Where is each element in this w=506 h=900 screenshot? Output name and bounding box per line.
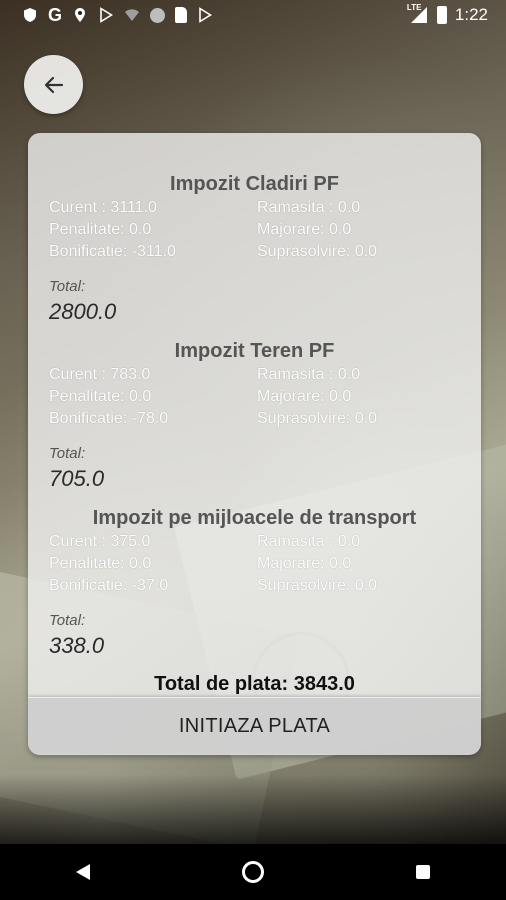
- battery-icon: [436, 6, 447, 24]
- section-impozit-transport: Impozit pe mijloacele de transport Curen…: [28, 505, 481, 661]
- curent-value: Curent : 375.0: [49, 533, 151, 550]
- wifi-icon: [125, 9, 140, 21]
- bonificatie-value: Bonificatie: -311.0: [49, 243, 176, 260]
- sd-card-icon: [175, 7, 188, 23]
- suprasolvire-value: Suprasolvire: 0.0: [257, 577, 378, 594]
- majorare-value: Majorare: 0.0: [257, 221, 352, 238]
- nav-recents-icon[interactable]: [416, 865, 430, 879]
- play-store-icon: [100, 7, 114, 23]
- tax-summary-card: Impozit Cladiri PF Curent : 3111.0 Ramas…: [28, 133, 481, 755]
- section-title: Impozit Cladiri PF: [170, 173, 339, 195]
- play-store-icon: [199, 7, 213, 23]
- bonificatie-value: Bonificatie: -78.0: [49, 410, 169, 427]
- section-title: Impozit Teren PF: [174, 340, 335, 362]
- total-label: Total:: [49, 445, 86, 462]
- suprasolvire-value: Suprasolvire: 0.0: [257, 243, 378, 260]
- shield-icon: [24, 8, 36, 22]
- status-bar: G LTE 1:22: [0, 0, 506, 30]
- total-label: Total:: [49, 278, 86, 295]
- grand-total: Total de plata: 3843.0: [154, 673, 355, 695]
- signal-icon: LTE: [406, 3, 429, 24]
- initiate-payment-button[interactable]: INITIAZA PLATA: [28, 697, 481, 754]
- penalitate-value: Penalitate: 0.0: [49, 388, 152, 405]
- clock: 1:22: [454, 5, 488, 24]
- nav-back-icon[interactable]: [76, 864, 90, 880]
- total-label: Total:: [49, 612, 86, 629]
- navigation-bar: [0, 844, 506, 900]
- penalitate-value: Penalitate: 0.0: [49, 555, 152, 572]
- arrow-left-icon: [44, 76, 63, 93]
- curent-value: Curent : 3111.0: [49, 199, 157, 216]
- back-button[interactable]: [24, 55, 83, 114]
- circle-icon: [150, 7, 166, 23]
- total-value: 338.0: [49, 633, 105, 658]
- ramasita-value: Ramasita : 0.0: [257, 199, 361, 216]
- section-title: Impozit pe mijloacele de transport: [92, 507, 417, 529]
- total-value: 705.0: [49, 466, 105, 491]
- ramasita-value: Ramasita : 0.0: [257, 366, 361, 383]
- total-value: 2800.0: [49, 299, 117, 324]
- curent-value: Curent : 783.0: [49, 366, 151, 383]
- nav-home-icon[interactable]: [242, 861, 264, 883]
- penalitate-value: Penalitate: 0.0: [49, 221, 152, 238]
- network-type: LTE: [406, 3, 422, 12]
- location-icon: [75, 8, 86, 22]
- suprasolvire-value: Suprasolvire: 0.0: [257, 410, 378, 427]
- majorare-value: Majorare: 0.0: [257, 555, 352, 572]
- section-impozit-teren: Impozit Teren PF Curent : 783.0 Ramasita…: [28, 338, 481, 494]
- majorare-value: Majorare: 0.0: [257, 388, 352, 405]
- bonificatie-value: Bonificatie: -37.0: [49, 577, 169, 594]
- section-impozit-cladiri: Impozit Cladiri PF Curent : 3111.0 Ramas…: [28, 171, 481, 327]
- google-icon: G: [48, 5, 63, 25]
- ramasita-value: Ramasita : 0.0: [257, 533, 361, 550]
